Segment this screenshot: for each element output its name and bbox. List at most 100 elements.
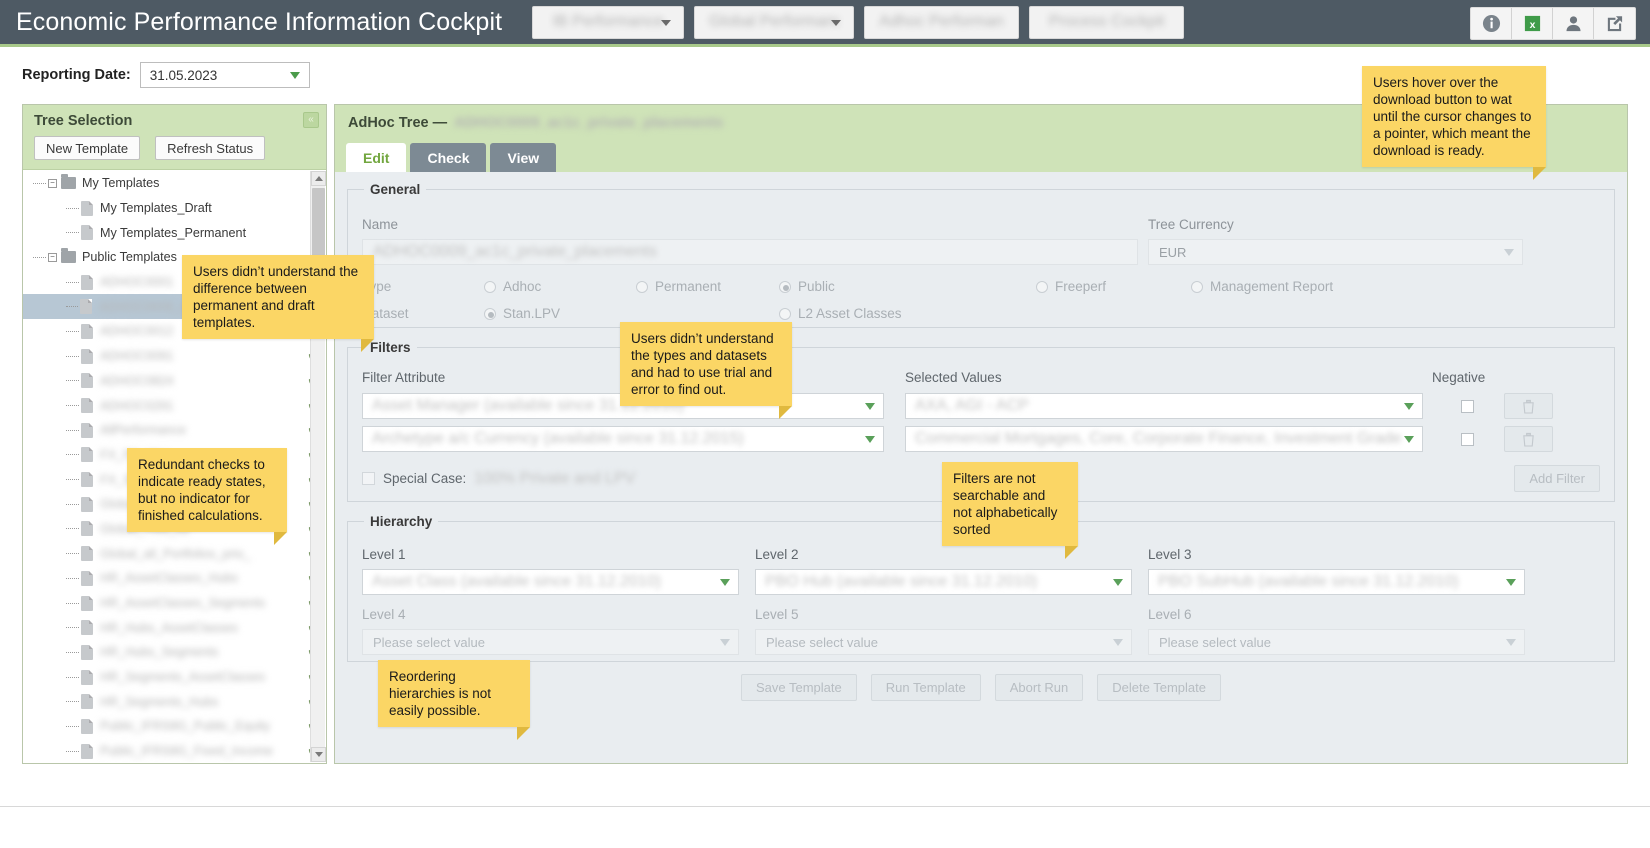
selected-values-select-1[interactable]: AXA, AGI - ACP bbox=[905, 393, 1423, 419]
tree-item[interactable]: HR_Segments_Hubs✔ bbox=[23, 689, 320, 714]
level-6-select[interactable]: Please select value bbox=[1148, 629, 1525, 655]
radio-icon bbox=[484, 280, 496, 293]
chevron-down-icon bbox=[1113, 579, 1123, 586]
excel-export-icon[interactable]: x bbox=[1512, 8, 1553, 39]
chevron-down-icon bbox=[1506, 639, 1516, 646]
dataset-option-stan-lpv[interactable]: Stan.LPV bbox=[484, 306, 779, 321]
folder-icon bbox=[61, 248, 76, 264]
tab-edit[interactable]: Edit bbox=[346, 143, 407, 172]
tree-item[interactable]: − My Templates bbox=[23, 171, 311, 196]
tree-item[interactable]: HR_Hubs_Segments✔ bbox=[23, 640, 320, 665]
level-2-label: Level 2 bbox=[755, 547, 799, 562]
tree-item[interactable]: ADHOC0091✔ bbox=[23, 344, 320, 369]
reporting-date-label: Reporting Date: bbox=[22, 67, 131, 83]
tree-selection-panel: Tree Selection « New Template Refresh St… bbox=[22, 104, 327, 764]
level-4-select[interactable]: Please select value bbox=[362, 629, 739, 655]
type-option-permanent[interactable]: Permanent bbox=[636, 279, 779, 294]
tree-item[interactable]: Public_IFRS9G_Fixed_Income✔ bbox=[23, 739, 320, 762]
type-option-adhoc[interactable]: Adhoc bbox=[484, 279, 636, 294]
tree-item-label: ADHOC0291 bbox=[100, 398, 174, 413]
add-filter-button[interactable]: Add Filter bbox=[1514, 465, 1600, 492]
type-option-public[interactable]: Public bbox=[779, 279, 1036, 294]
special-case-checkbox[interactable] bbox=[362, 472, 375, 485]
tree-item[interactable]: HR_AssetClasses_Segments✔ bbox=[23, 591, 320, 616]
level-6-label: Level 6 bbox=[1148, 607, 1192, 622]
type-option-management-report[interactable]: Management Report bbox=[1191, 279, 1333, 294]
type-option-freeperf[interactable]: Freeperf bbox=[1036, 279, 1191, 294]
chevron-down-icon bbox=[289, 72, 300, 79]
level-2-value: PBO Hub (available since 31.12.2010) bbox=[765, 573, 1038, 590]
tree-item-label: ADHOC0091 bbox=[100, 349, 174, 364]
run-template-button[interactable]: Run Template bbox=[870, 674, 981, 701]
annotation-reordering-hierarchies: Reordering hierarchies is not easily pos… bbox=[378, 660, 530, 740]
tree-expander-icon[interactable]: − bbox=[48, 178, 57, 188]
save-template-button[interactable]: Save Template bbox=[740, 674, 857, 701]
reporting-date-select[interactable]: 31.05.2023 bbox=[139, 62, 310, 88]
dataset-option-label: L2 Asset Classes bbox=[798, 306, 902, 321]
tree-item[interactable]: ADHOC0291✔ bbox=[23, 393, 320, 418]
tree-item-label: HR_Segments_Hubs bbox=[100, 694, 219, 709]
tree-item-label: ADHOC0824 bbox=[100, 373, 174, 388]
trash-icon bbox=[1523, 399, 1534, 414]
delete-filter-button-1[interactable] bbox=[1504, 393, 1553, 419]
tab-check[interactable]: Check bbox=[410, 143, 487, 172]
level-2-select[interactable]: PBO Hub (available since 31.12.2010) bbox=[755, 569, 1132, 595]
level-5-select[interactable]: Please select value bbox=[755, 629, 1132, 655]
selected-values-select-2[interactable]: Commercial Mortgages, Core, Corporate Fi… bbox=[905, 426, 1423, 452]
new-template-button[interactable]: New Template bbox=[34, 136, 141, 160]
tree-connector bbox=[66, 725, 79, 727]
info-icon[interactable] bbox=[1471, 8, 1512, 39]
type-option-label: Freeperf bbox=[1055, 279, 1107, 294]
negative-checkbox-2[interactable] bbox=[1461, 432, 1474, 446]
tree-connector bbox=[66, 503, 79, 505]
adhoc-panel-title: AdHoc Tree — ADHOC0009_ac1c_private_plac… bbox=[348, 115, 723, 131]
level-3-select[interactable]: PBO SubHub (available since 31.12.2010) bbox=[1148, 569, 1525, 595]
level-1-select[interactable]: Asset Class (available since 31.12.2010) bbox=[362, 569, 739, 595]
tree-connector bbox=[66, 454, 79, 456]
annotation-text: Reordering hierarchies is not easily pos… bbox=[389, 669, 492, 718]
tab-view[interactable]: View bbox=[490, 143, 557, 172]
type-option-label: Permanent bbox=[655, 279, 722, 294]
tree-item[interactable]: ADHOC0824✔ bbox=[23, 369, 320, 394]
file-icon bbox=[81, 595, 93, 611]
chevron-down-icon bbox=[831, 20, 842, 26]
tree-expander-icon[interactable]: − bbox=[48, 252, 57, 262]
logout-icon[interactable] bbox=[1594, 8, 1635, 39]
level-4-value: Please select value bbox=[373, 634, 486, 650]
annotation-template-difference: Users didn’t understand the difference b… bbox=[182, 255, 374, 352]
tree-item[interactable]: HR_Hubs_AssetClasses✔ bbox=[23, 615, 320, 640]
tree-item[interactable]: Public_IFRS9G_Public_Equity✔ bbox=[23, 714, 320, 739]
tree-item[interactable]: AllPerformance✔ bbox=[23, 418, 320, 443]
dataset-option-l2-asset-classes[interactable]: L2 Asset Classes bbox=[779, 306, 902, 321]
nav-button-process-cockpit[interactable]: Process Cockpit bbox=[1029, 5, 1185, 39]
annotation-text: Users didn’t understand the types and da… bbox=[631, 331, 774, 397]
delete-template-button[interactable]: Delete Template bbox=[1097, 674, 1221, 701]
name-label: Name bbox=[362, 217, 399, 232]
scroll-up-icon[interactable] bbox=[311, 171, 326, 186]
nav-button-adhoc-performance[interactable]: Adhoc Performance bbox=[864, 5, 1020, 39]
abort-run-button[interactable]: Abort Run bbox=[994, 674, 1084, 701]
collapse-panel-icon[interactable]: « bbox=[303, 112, 319, 128]
file-icon bbox=[81, 323, 93, 339]
scroll-down-icon[interactable] bbox=[311, 747, 326, 762]
nav-button-ib-performance[interactable]: IB Performance bbox=[532, 5, 685, 39]
tree-connector bbox=[66, 651, 79, 653]
delete-filter-button-2[interactable] bbox=[1504, 426, 1553, 452]
user-icon[interactable] bbox=[1553, 8, 1594, 39]
tree-connector bbox=[66, 553, 79, 555]
refresh-status-button[interactable]: Refresh Status bbox=[155, 136, 266, 160]
filter-attribute-select-2[interactable]: Archetype a/c Currency (available since … bbox=[362, 426, 884, 452]
tree-item[interactable]: HR_AssetClasses_Hubs✔ bbox=[23, 566, 320, 591]
nav-button-global-performance[interactable]: Global Performance bbox=[694, 5, 855, 39]
tree-item[interactable]: Global_all_Portfolios_prio_✔ bbox=[23, 541, 320, 566]
trash-icon bbox=[1523, 432, 1534, 447]
annotation-types-datasets: Users didn’t understand the types and da… bbox=[620, 322, 792, 419]
negative-checkbox-1[interactable] bbox=[1461, 399, 1474, 413]
annotation-filters-not-searchable: Filters are not searchable and not alpha… bbox=[942, 462, 1078, 559]
tree-item[interactable]: HR_Segments_AssetClasses✔ bbox=[23, 665, 320, 690]
chevron-down-icon bbox=[865, 403, 875, 410]
tree-item[interactable]: My Templates_Draft bbox=[23, 196, 311, 221]
tree-item[interactable]: My Templates_Permanent bbox=[23, 220, 311, 245]
file-icon bbox=[81, 694, 93, 710]
level-6-value: Please select value bbox=[1159, 634, 1272, 650]
